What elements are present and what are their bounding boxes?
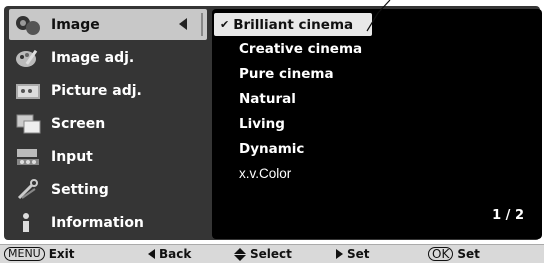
menu-item-information[interactable]: Information: [9, 207, 207, 238]
menu-item-input[interactable]: Input: [9, 141, 207, 172]
footer-set-label: Set: [347, 247, 370, 261]
option-label: x.v.Color: [239, 166, 292, 181]
menu-item-screen[interactable]: Screen: [9, 108, 207, 139]
footer-ok-set-label: Set: [457, 247, 480, 261]
option-label: Dynamic: [239, 140, 305, 157]
option-label: Natural: [239, 90, 296, 107]
menu-key-icon: MENU: [4, 247, 45, 261]
up-down-arrow-icon: [234, 247, 246, 261]
menu-item-label: Image: [51, 16, 100, 33]
menu-item-label: Image adj.: [51, 49, 135, 66]
divider: [201, 13, 203, 36]
footer-select[interactable]: Select: [234, 247, 292, 261]
picture-adj-icon: [13, 80, 43, 102]
footer-bar: MENU Exit Back Select Set OK Set: [0, 244, 544, 263]
footer-exit[interactable]: MENU Exit: [4, 247, 75, 261]
screen-icon: [13, 113, 43, 135]
page-indicator: 1 / 2: [492, 208, 524, 223]
footer-back[interactable]: Back: [148, 247, 191, 261]
option-label: Pure cinema: [239, 65, 334, 82]
option-label: Brilliant cinema: [233, 16, 354, 33]
footer-back-label: Back: [159, 247, 192, 261]
menu-item-label: Information: [51, 214, 144, 231]
footer-set[interactable]: Set: [336, 247, 370, 261]
menu-item-picture-adj[interactable]: Picture adj.: [9, 75, 207, 106]
menu-item-label: Screen: [51, 115, 106, 132]
option-label: Creative cinema: [239, 40, 363, 57]
menu-item-label: Input: [51, 148, 93, 165]
wrench-icon: [13, 178, 43, 201]
submenu-arrow-icon: [179, 18, 187, 30]
option-creative-cinema[interactable]: Creative cinema: [212, 37, 542, 60]
info-icon: [13, 212, 43, 234]
palette-icon: [13, 47, 43, 69]
option-natural[interactable]: Natural: [212, 87, 542, 110]
menu-item-label: Setting: [51, 181, 109, 198]
footer-select-label: Select: [250, 247, 292, 261]
input-icon: [13, 146, 43, 168]
image-icon: [13, 14, 43, 36]
footer-exit-label: Exit: [48, 247, 75, 261]
footer-ok-set[interactable]: OK Set: [428, 247, 480, 261]
menu-item-image[interactable]: Image: [9, 9, 207, 40]
option-brilliant-cinema[interactable]: ✔ Brilliant cinema: [214, 13, 372, 36]
left-arrow-icon: [148, 249, 155, 259]
main-menu: Image Image adj. Picture adj. Screen Inp…: [9, 9, 207, 239]
menu-item-image-adj[interactable]: Image adj.: [9, 42, 207, 73]
option-dynamic[interactable]: Dynamic: [212, 137, 542, 160]
option-pure-cinema[interactable]: Pure cinema: [212, 62, 542, 85]
option-xvcolor[interactable]: x.v.Color: [212, 162, 542, 185]
ok-key-icon: OK: [428, 247, 454, 261]
check-icon: ✔: [220, 18, 230, 31]
option-label: Living: [239, 115, 285, 132]
option-living[interactable]: Living: [212, 112, 542, 135]
menu-item-setting[interactable]: Setting: [9, 174, 207, 205]
image-mode-submenu: ✔ Brilliant cinema Creative cinema Pure …: [212, 9, 542, 239]
menu-item-label: Picture adj.: [51, 82, 142, 99]
right-arrow-icon: [336, 249, 343, 259]
